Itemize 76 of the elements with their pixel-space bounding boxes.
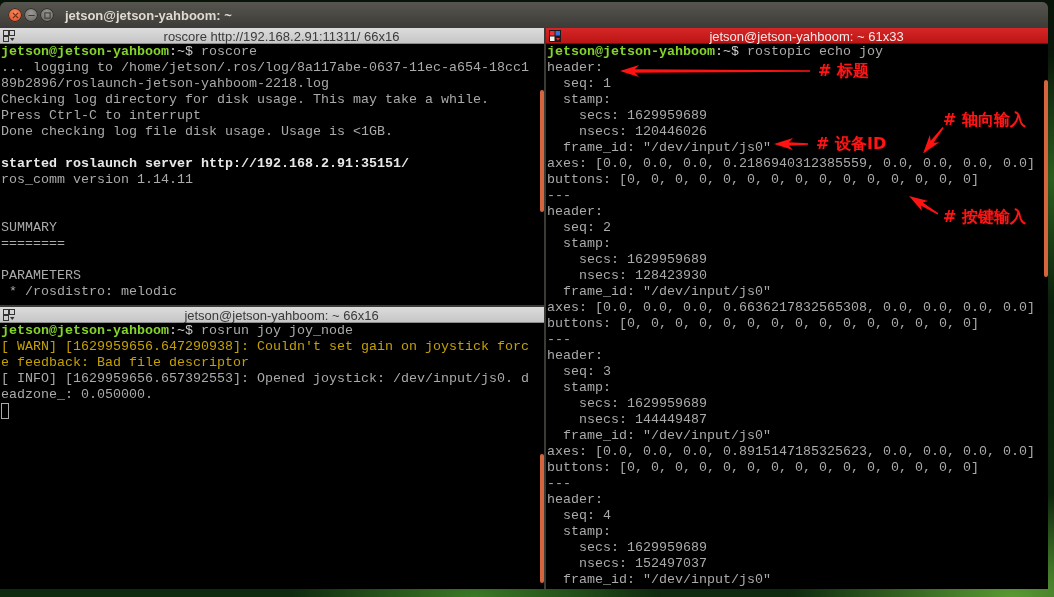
command-text: rosrun joy joy_node: [200, 323, 353, 338]
output-line: ... logging to /home/jetson/.ros/log/8a117abe-0637-11ec-a654-18cc1: [1, 60, 529, 75]
output-line: frame_id: "/dev/input/js0": [563, 572, 771, 587]
output-line: header:: [547, 492, 603, 507]
output-line: ---: [547, 188, 571, 203]
maximize-button[interactable]: [40, 8, 54, 22]
output-line: secs: 1629959689: [579, 252, 707, 267]
annotation-label: # 轴向输入: [943, 111, 1026, 129]
output-line: SUMMARY: [1, 220, 57, 235]
output-line: secs: 1629959689: [579, 540, 707, 555]
close-icon: [11, 11, 19, 19]
output-line: eadzone_: 0.050000.: [1, 387, 153, 402]
output-line: buttons: [0, 0, 0, 0, 0, 0, 0, 0, 0, 0, 0, 0, 0, 0, 0]: [547, 172, 979, 187]
output-line: header:: [547, 348, 603, 363]
output-line: frame_id: "/dev/input/js0": [563, 284, 771, 299]
pane-title: roscore http://192.168.2.91:11311/ 66x16: [163, 28, 400, 44]
output-line: nsecs: 144449487: [579, 412, 707, 427]
output-line: nsecs: 128423930: [579, 268, 707, 283]
output-line: * /rosdistro: melodic: [9, 284, 177, 299]
annotation-arrow: [774, 138, 808, 150]
scrollbar-thumb[interactable]: [540, 90, 544, 212]
output-line: stamp:: [563, 380, 611, 395]
output-line: Done checking log file disk usage. Usage is <1GB.: [1, 124, 393, 139]
output-line: 89b2896/roslaunch-jetson-yahboom-2218.log: [1, 76, 329, 91]
output-line: stamp:: [563, 92, 611, 107]
annotation-arrow: [922, 126, 944, 154]
maximize-icon: [43, 11, 51, 19]
output-line: nsecs: 120446026: [579, 124, 707, 139]
pane-title: jetson@jetson-yahboom: ~ 61x33: [709, 28, 904, 44]
window-title: jetson@jetson-yahboom: ~: [65, 7, 232, 23]
output-line: stamp:: [563, 524, 611, 539]
output-line: nsecs: 152497037: [579, 556, 707, 571]
annotation-label: # 标题: [818, 62, 869, 80]
output-line: header:: [547, 204, 603, 219]
warning-line: e feedback: Bad file descriptor: [1, 355, 249, 370]
output-line: header:: [547, 60, 603, 75]
output-line: Press Ctrl-C to interrupt: [1, 108, 201, 123]
annotation-arrow: [909, 196, 939, 215]
output-line: started roslaunch server http://192.168.2.91:35151/: [1, 156, 409, 171]
output-line: secs: 1629959689: [579, 396, 707, 411]
command-text: rostopic echo joy: [746, 44, 883, 59]
grid-icon[interactable]: [3, 29, 15, 42]
shell-prompt: jetson@jetson-yahboom:~$: [1, 323, 193, 338]
scrollbar-thumb[interactable]: [540, 454, 544, 583]
output-line: ========: [1, 236, 65, 251]
output-line: ---: [547, 332, 571, 347]
output-line: seq: 3: [563, 364, 611, 379]
output-line: buttons: [0, 0, 0, 0, 0, 0, 0, 0, 0, 0, 0, 0, 0, 0, 0]: [547, 316, 979, 331]
output-line: stamp:: [563, 236, 611, 251]
output-line: axes: [0.0, 0.0, 0.0, 0.2186940312385559, 0.0, 0.0, 0.0, 0.0]: [547, 156, 1035, 171]
grid-icon[interactable]: [3, 308, 15, 321]
output-line: seq: 2: [563, 220, 611, 235]
shell-prompt: jetson@jetson-yahboom:~$: [1, 44, 193, 59]
command-text: roscore: [200, 44, 257, 59]
grid-icon[interactable]: [549, 29, 561, 42]
output-line: [ INFO] [1629959656.657392553]: Opened joystick: /dev/input/js0. d: [1, 371, 529, 386]
output-line: seq: 4: [563, 508, 611, 523]
warning-line: [ WARN] [1629959656.647290938]: Couldn't set gain on joystick forc: [1, 339, 529, 354]
output-line: frame_id: "/dev/input/js0": [563, 140, 771, 155]
annotation-label: # 按键输入: [943, 208, 1026, 226]
output-line: axes: [0.0, 0.0, 0.0, 0.6636217832565308, 0.0, 0.0, 0.0, 0.0]: [547, 300, 1035, 315]
pane-title: jetson@jetson-yahboom: ~ 66x16: [184, 307, 379, 323]
minimize-button[interactable]: [24, 8, 38, 22]
output-line: frame_id: "/dev/input/js0": [563, 428, 771, 443]
output-line: ---: [547, 476, 571, 491]
close-button[interactable]: [8, 8, 22, 22]
output-line: secs: 1629959689: [579, 108, 707, 123]
output-line: Checking log directory for disk usage. This may take a while.: [1, 92, 489, 107]
output-line: PARAMETERS: [1, 268, 81, 283]
scrollbar-thumb[interactable]: [1044, 80, 1048, 277]
output-line: buttons: [0, 0, 0, 0, 0, 0, 0, 0, 0, 0, 0, 0, 0, 0, 0]: [547, 460, 979, 475]
output-line: ros_comm version 1.14.11: [1, 172, 193, 187]
annotation-label: # 设备ID: [816, 135, 887, 153]
shell-prompt: jetson@jetson-yahboom:~$: [547, 44, 739, 59]
output-line: axes: [0.0, 0.0, 0.0, 0.8915147185325623, 0.0, 0.0, 0.0, 0.0]: [547, 444, 1035, 459]
output-line: seq: 1: [563, 76, 611, 91]
